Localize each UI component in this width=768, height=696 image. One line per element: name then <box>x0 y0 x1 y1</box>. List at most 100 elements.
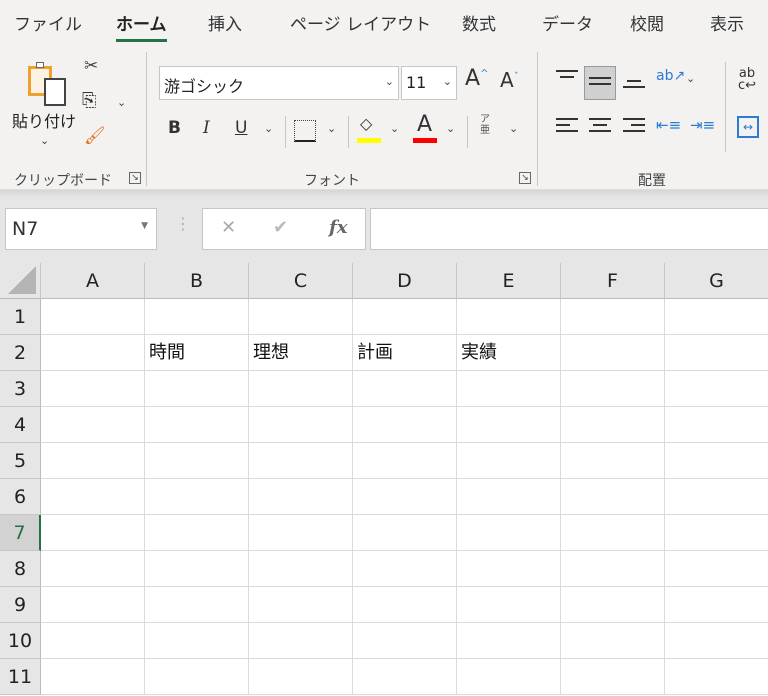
cell-B3[interactable] <box>145 371 249 407</box>
cell-F2[interactable] <box>561 335 665 371</box>
cell-A4[interactable] <box>41 407 145 443</box>
cell-F1[interactable] <box>561 299 665 335</box>
cell-B4[interactable] <box>145 407 249 443</box>
column-header-B[interactable]: B <box>145 263 249 299</box>
cell-G2[interactable] <box>665 335 768 371</box>
align-right-icon[interactable] <box>623 114 645 136</box>
cell-C7[interactable] <box>249 515 353 551</box>
cell-G1[interactable] <box>665 299 768 335</box>
row-header-4[interactable]: 4 <box>0 407 41 443</box>
italic-icon[interactable]: I <box>203 118 210 138</box>
wrap-text-icon[interactable]: ab c↩ <box>738 67 756 92</box>
enter-icon[interactable]: ✔ <box>273 217 288 238</box>
cell-C8[interactable] <box>249 551 353 587</box>
align-bottom-icon[interactable] <box>623 76 645 92</box>
tab-insert[interactable]: 挿入 <box>208 10 242 35</box>
column-header-D[interactable]: D <box>353 263 457 299</box>
cell-F6[interactable] <box>561 479 665 515</box>
decrease-font-size-icon[interactable]: Aˇ <box>500 68 519 92</box>
cell-A8[interactable] <box>41 551 145 587</box>
cell-C2[interactable]: 理想 <box>249 335 353 371</box>
chevron-down-icon[interactable]: ⌄ <box>686 72 695 85</box>
cell-C1[interactable] <box>249 299 353 335</box>
cell-C6[interactable] <box>249 479 353 515</box>
cell-B10[interactable] <box>145 623 249 659</box>
cell-G7[interactable] <box>665 515 768 551</box>
align-left-icon[interactable] <box>556 114 578 136</box>
cell-A7[interactable] <box>41 515 145 551</box>
tab-file[interactable]: ファイル <box>14 10 82 35</box>
cell-D3[interactable] <box>353 371 457 407</box>
row-header-6[interactable]: 6 <box>0 479 41 515</box>
cell-D11[interactable] <box>353 659 457 695</box>
cell-E2[interactable]: 実績 <box>457 335 561 371</box>
row-header-1[interactable]: 1 <box>0 299 41 335</box>
decrease-indent-icon[interactable]: ⇤≡ <box>656 116 681 134</box>
row-header-10[interactable]: 10 <box>0 623 41 659</box>
chevron-down-icon[interactable]: ⌄ <box>264 122 273 135</box>
cell-F11[interactable] <box>561 659 665 695</box>
cell-E3[interactable] <box>457 371 561 407</box>
row-header-2[interactable]: 2 <box>0 335 41 371</box>
cell-D10[interactable] <box>353 623 457 659</box>
row-header-9[interactable]: 9 <box>0 587 41 623</box>
bold-icon[interactable]: B <box>168 118 181 138</box>
cell-B1[interactable] <box>145 299 249 335</box>
chevron-down-icon[interactable]: ⌄ <box>327 122 336 135</box>
row-header-8[interactable]: 8 <box>0 551 41 587</box>
cell-A6[interactable] <box>41 479 145 515</box>
phonetic-guide-icon[interactable]: ア 亜 <box>480 114 490 136</box>
orientation-icon[interactable]: ab↗ <box>656 68 685 84</box>
dialog-launcher-icon[interactable]: ↘ <box>129 172 141 184</box>
column-header-A[interactable]: A <box>41 263 145 299</box>
cell-G4[interactable] <box>665 407 768 443</box>
cell-C11[interactable] <box>249 659 353 695</box>
row-header-7[interactable]: 7 <box>0 515 41 551</box>
cell-B7[interactable] <box>145 515 249 551</box>
column-header-F[interactable]: F <box>561 263 665 299</box>
cell-A1[interactable] <box>41 299 145 335</box>
tab-review[interactable]: 校閲 <box>630 10 664 35</box>
cell-C4[interactable] <box>249 407 353 443</box>
cell-E4[interactable] <box>457 407 561 443</box>
dialog-launcher-icon[interactable]: ↘ <box>519 172 531 184</box>
borders-icon[interactable] <box>294 120 316 142</box>
cell-D8[interactable] <box>353 551 457 587</box>
cell-D2[interactable]: 計画 <box>353 335 457 371</box>
cell-B9[interactable] <box>145 587 249 623</box>
tab-data[interactable]: データ <box>542 10 593 35</box>
cell-E7[interactable] <box>457 515 561 551</box>
cell-D4[interactable] <box>353 407 457 443</box>
cell-E11[interactable] <box>457 659 561 695</box>
cell-D6[interactable] <box>353 479 457 515</box>
row-header-5[interactable]: 5 <box>0 443 41 479</box>
cell-C9[interactable] <box>249 587 353 623</box>
cell-A10[interactable] <box>41 623 145 659</box>
cell-C10[interactable] <box>249 623 353 659</box>
tab-page-layout[interactable]: ページ レイアウト <box>290 10 431 35</box>
cell-B11[interactable] <box>145 659 249 695</box>
cell-F5[interactable] <box>561 443 665 479</box>
cell-E10[interactable] <box>457 623 561 659</box>
cell-F8[interactable] <box>561 551 665 587</box>
increase-font-size-icon[interactable]: A^ <box>465 66 488 91</box>
cell-G6[interactable] <box>665 479 768 515</box>
fill-color-icon[interactable]: ◇ <box>360 114 372 133</box>
cell-D7[interactable] <box>353 515 457 551</box>
column-header-C[interactable]: C <box>249 263 353 299</box>
cell-A5[interactable] <box>41 443 145 479</box>
tab-home[interactable]: ホーム <box>116 10 167 43</box>
cell-A2[interactable] <box>41 335 145 371</box>
cell-F10[interactable] <box>561 623 665 659</box>
tab-view[interactable]: 表示 <box>710 10 744 35</box>
cell-B5[interactable] <box>145 443 249 479</box>
insert-function-icon[interactable]: fx <box>329 217 347 238</box>
formula-input[interactable] <box>370 208 768 250</box>
row-header-3[interactable]: 3 <box>0 371 41 407</box>
cell-B2[interactable]: 時間 <box>145 335 249 371</box>
font-name-select[interactable]: 游ゴシック ⌄ <box>159 66 399 100</box>
column-header-E[interactable]: E <box>457 263 561 299</box>
cell-E6[interactable] <box>457 479 561 515</box>
cell-D5[interactable] <box>353 443 457 479</box>
copy-icon[interactable]: ⎘ <box>82 90 96 111</box>
